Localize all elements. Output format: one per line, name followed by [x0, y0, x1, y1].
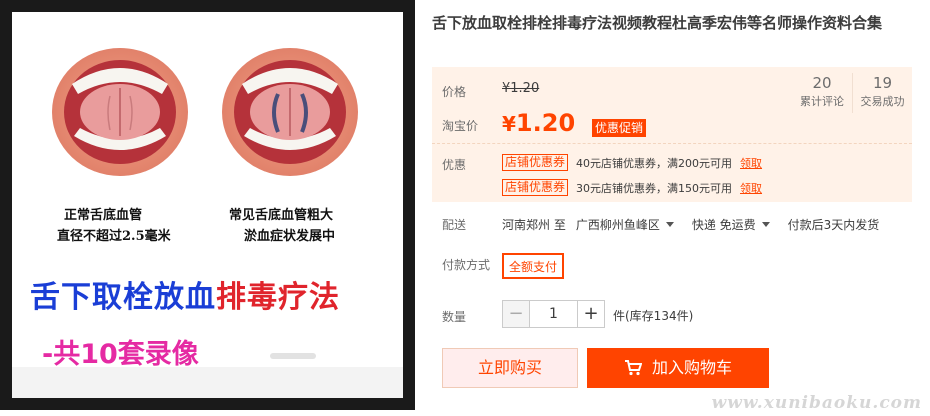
shipping-info: 河南郑州 至 广西柳州鱼峰区 快递 免运费 付款后3天内发货	[502, 216, 879, 233]
stat-reviews-label: 累计评论	[800, 95, 844, 108]
site-watermark: www.xunibaoku.com	[711, 393, 922, 413]
product-title: 舌下放血取栓排栓排毒疗法视频教程杜高季宏伟等名师操作资料合集	[432, 14, 883, 32]
taobao-price-label: 淘宝价	[442, 119, 479, 133]
add-to-cart-label: 加入购物车	[651, 358, 732, 377]
quantity-label: 数量	[442, 310, 467, 324]
sales-stats: 20 累计评论 19 交易成功	[792, 73, 912, 113]
coupon-claim-link[interactable]: 领取	[740, 180, 762, 196]
payment-option-full[interactable]: 全额支付	[502, 253, 565, 279]
add-to-cart-button[interactable]: 加入购物车	[587, 348, 769, 388]
promo-badge: 优惠促销	[592, 119, 647, 137]
product-image-content: 正常舌底血管 直径不超过2.5毫米 常见舌底血管粗大 淤血症状发展中 舌下取栓放…	[12, 12, 403, 398]
cart-icon	[624, 360, 642, 376]
coupon-desc: 40元店铺优惠券，满200元可用	[576, 156, 733, 170]
buy-now-button[interactable]: 立即购买	[442, 348, 578, 388]
stat-reviews-count: 20	[812, 74, 832, 92]
image-banner-count: -共10套录像	[42, 339, 199, 370]
shipping-label: 配送	[442, 218, 467, 232]
current-price: ¥1.20	[502, 109, 575, 137]
quantity-decrease-button[interactable]: −	[502, 300, 530, 328]
ship-dispatch-time: 付款后3天内发货	[787, 218, 880, 232]
payment-label: 付款方式	[442, 258, 491, 272]
chevron-down-icon[interactable]	[761, 222, 770, 227]
coupon-tag: 店铺优惠券	[502, 179, 569, 196]
coupon-item: 店铺优惠券 40元店铺优惠券，满200元可用 领取	[502, 154, 762, 171]
stat-deals[interactable]: 19 交易成功	[852, 73, 912, 113]
stock-info: 件(库存134件)	[613, 309, 694, 323]
caption-thick-detail: 淤血症状发展中	[244, 229, 336, 244]
stat-reviews[interactable]: 20 累计评论	[792, 73, 852, 113]
banner-red-text: 排毒疗法	[216, 280, 340, 315]
price-label: 价格	[442, 85, 467, 99]
chevron-down-icon[interactable]	[665, 222, 674, 227]
ship-method-select[interactable]: 快递 免运费	[692, 216, 756, 233]
quantity-increase-button[interactable]: +	[577, 300, 605, 328]
ship-from: 河南郑州 至	[502, 218, 566, 232]
product-image[interactable]: 正常舌底血管 直径不超过2.5毫米 常见舌底血管粗大 淤血症状发展中 舌下取栓放…	[0, 0, 415, 410]
caption-normal-detail: 直径不超过2.5毫米	[57, 229, 171, 244]
mouth-illustration	[52, 48, 358, 176]
stat-deals-label: 交易成功	[860, 95, 905, 108]
coupon-item: 店铺优惠券 30元店铺优惠券，满150元可用 领取	[502, 179, 762, 196]
thick-vein-mouth-icon	[222, 48, 358, 176]
currency-symbol: ¥	[502, 112, 516, 136]
coupon-panel: 优惠 店铺优惠券 40元店铺优惠券，满200元可用 领取 店铺优惠券 30元店铺…	[432, 143, 912, 202]
price-amount: 1.20	[515, 109, 576, 137]
ship-to-select[interactable]: 广西柳州鱼峰区	[576, 216, 660, 233]
coupon-tag: 店铺优惠券	[502, 154, 569, 171]
coupon-desc: 30元店铺优惠券，满150元可用	[576, 181, 733, 195]
quantity-input[interactable]	[529, 300, 578, 328]
stat-deals-count: 19	[872, 74, 893, 92]
coupon-label: 优惠	[442, 158, 467, 172]
image-banner-headline: 舌下取栓放血排毒疗法	[30, 272, 340, 316]
original-price: ¥1.20	[502, 81, 540, 96]
image-footer-strip	[12, 367, 403, 398]
image-smudge	[270, 353, 316, 359]
banner-blue-text: 舌下取栓放血	[30, 280, 216, 315]
caption-normal-title: 正常舌底血管	[64, 208, 143, 223]
normal-mouth-icon	[52, 48, 188, 176]
caption-thick-title: 常见舌底血管粗大	[229, 208, 334, 223]
price-panel: 价格 ¥1.20 淘宝价 ¥1.20 优惠促销 20 累计评论 19 交易成功	[432, 67, 912, 143]
coupon-claim-link[interactable]: 领取	[740, 155, 762, 171]
